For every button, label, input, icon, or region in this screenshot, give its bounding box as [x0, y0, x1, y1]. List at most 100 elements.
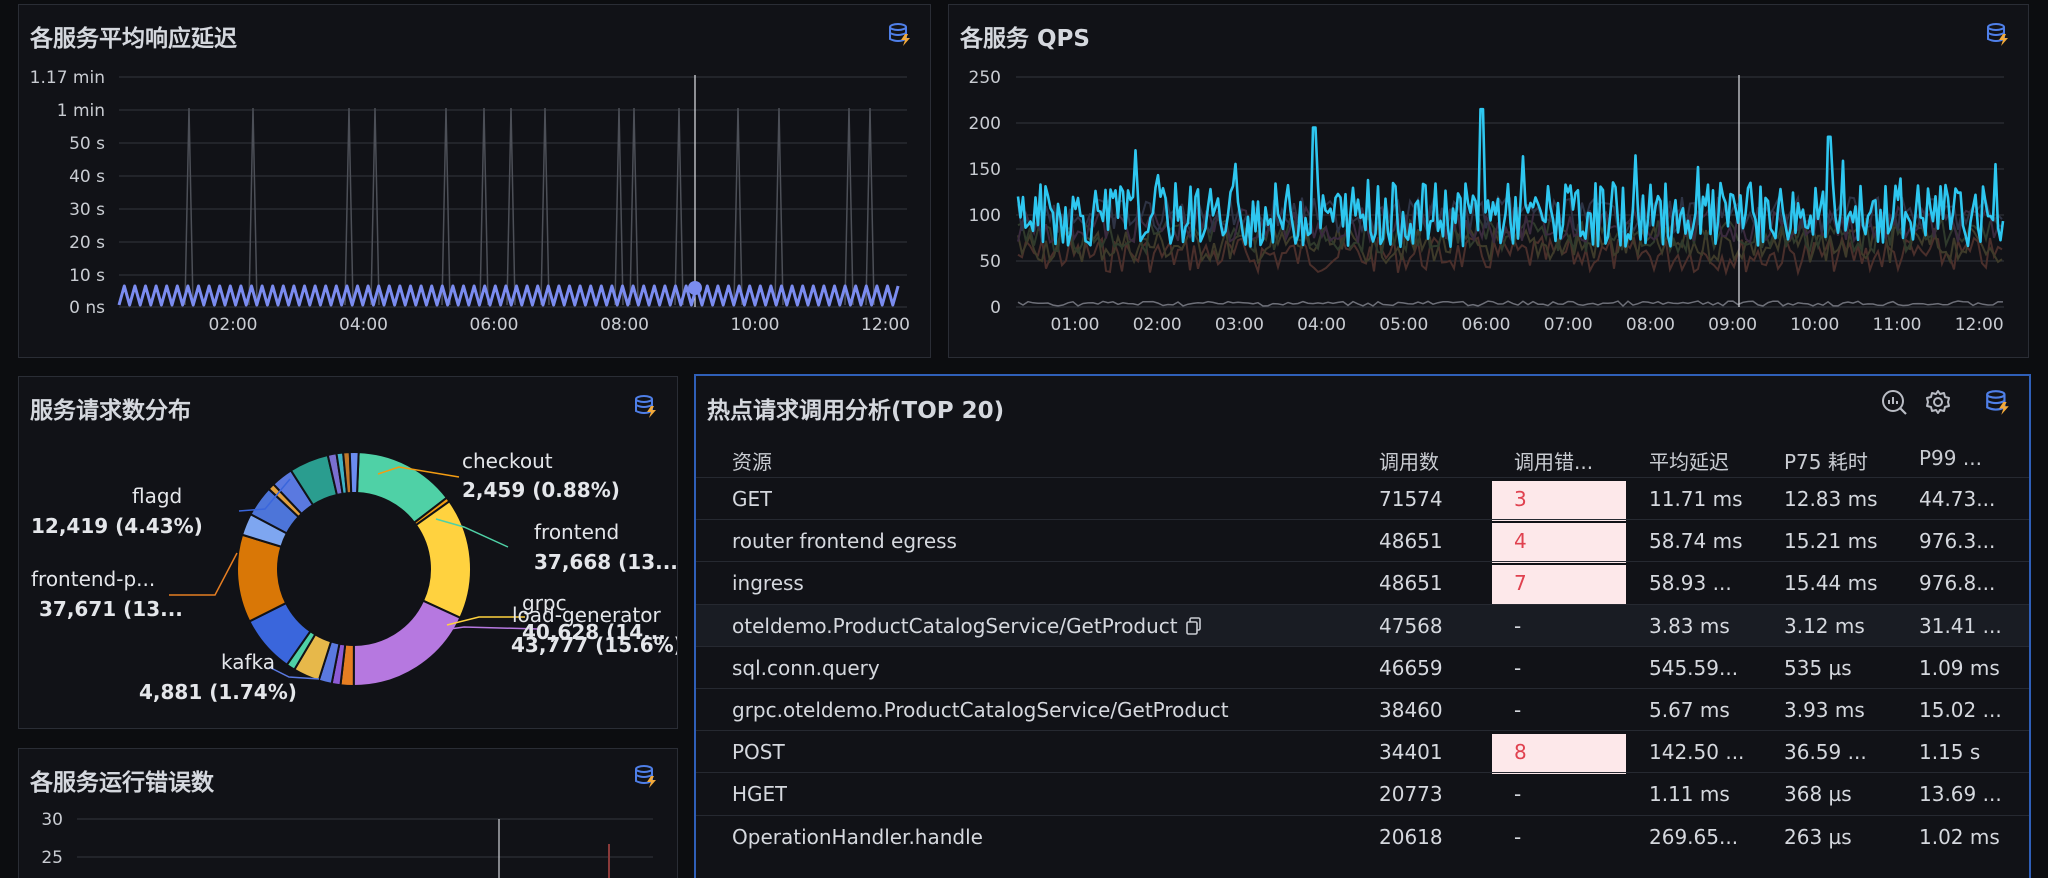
cell-resource[interactable]: router frontend egress: [732, 529, 957, 553]
cell-text: 71574: [1379, 487, 1443, 511]
legend-value: 43,777 (15.6%): [511, 633, 678, 657]
cell-resource[interactable]: grpc.oteldemo.ProductCatalogService/GetP…: [732, 698, 1229, 722]
legend-value: 12,419 (4.43%): [31, 514, 203, 538]
cell-text: 1.02 ms: [1919, 824, 2000, 849]
cell-p75: 15.21 ms: [1784, 529, 1878, 553]
cell-text: HGET: [732, 782, 788, 807]
series-line: [117, 284, 900, 307]
cell-p75: 263 µs: [1784, 825, 1852, 849]
error-count-cell: 7: [1492, 565, 1626, 606]
error-count: 7: [1514, 571, 1527, 596]
cell-text: 3.83 ms: [1649, 613, 1730, 638]
cell-resource[interactable]: sql.conn.query: [732, 656, 880, 680]
cell-text: 58.93 ...: [1649, 571, 1732, 596]
y-tick-label: 1 min: [57, 101, 105, 121]
cell-text: 13.69 ...: [1919, 782, 2002, 807]
cell-text: 1.11 ms: [1649, 782, 1730, 807]
table-row[interactable]: POST 34401 8 142.50 ... 36.59 ... 1.15 s: [696, 730, 2029, 775]
cell-text: 15.21 ms: [1784, 529, 1878, 554]
y-tick-label: 30: [41, 810, 63, 830]
errors-chart[interactable]: 30 25: [19, 749, 678, 878]
y-tick-label: 10 s: [69, 266, 105, 286]
analysis-icon[interactable]: [1880, 388, 1908, 416]
cell-calls: 48651: [1379, 529, 1443, 553]
table-row[interactable]: ingress 48651 7 58.93 ... 15.44 ms 976.8...: [696, 561, 2029, 606]
copy-icon[interactable]: [1185, 616, 1202, 635]
cell-text: 12.83 ms: [1784, 487, 1878, 511]
table-row[interactable]: OperationHandler.handle 20618 - 269.65... 26…: [696, 814, 2029, 857]
cell-resource[interactable]: HGET: [732, 782, 787, 806]
latency-chart[interactable]: 1.17 min 1 min 50 s 40 s 30 s 20 s 10 s 0 ns 02:…: [19, 5, 931, 358]
cell-text: 545.59...: [1649, 655, 1739, 680]
cell-text: -: [1514, 613, 1522, 638]
x-tick-label: 06:00: [1462, 315, 1511, 335]
legend-label: frontend-p...: [31, 567, 156, 591]
column-header[interactable]: 平均延迟: [1649, 446, 1729, 475]
legend-value: 37,668 (13...: [534, 550, 678, 574]
cell-avg: 11.71 ms: [1649, 487, 1743, 511]
donut-slice: [352, 599, 462, 688]
x-tick-label: 02:00: [1133, 315, 1182, 335]
legend-value: 37,671 (13...: [39, 597, 183, 621]
cell-p99: 44.73...: [1919, 487, 1995, 511]
cell-text: -: [1514, 824, 1522, 849]
cell-resource[interactable]: GET: [732, 487, 772, 511]
legend-label: flagd: [132, 484, 183, 508]
error-count: 3: [1514, 487, 1527, 511]
qps-chart[interactable]: 250 200 150 100 50 0 01:00 02:00 03:00 04:00 05:00…: [949, 5, 2029, 358]
cell-calls: 47568: [1379, 614, 1443, 638]
cell-text: 368 µs: [1784, 782, 1852, 807]
column-header[interactable]: P75 耗时: [1784, 446, 1868, 475]
cell-p99: 1.02 ms: [1919, 825, 2000, 849]
latency-panel: 各服务平均响应延迟 1.17 min 1 min 50 s 40 s 30 s 20 s1…: [18, 4, 931, 358]
x-tick-label: 03:00: [1215, 315, 1264, 335]
cell-text: 48651: [1379, 571, 1443, 596]
cell-resource[interactable]: ingress: [732, 571, 804, 595]
error-count: 8: [1514, 740, 1527, 765]
table-row[interactable]: GET 71574 3 11.71 ms 12.83 ms 44.73...: [696, 477, 2029, 521]
cell-text: 48651: [1379, 529, 1443, 554]
cell-resource[interactable]: OperationHandler.handle: [732, 825, 983, 849]
column-header[interactable]: 资源: [732, 446, 772, 475]
cell-text: -: [1514, 698, 1522, 722]
cell-avg: 1.11 ms: [1649, 782, 1730, 806]
cell-text: 15.44 ms: [1784, 571, 1878, 596]
panel-title: 热点请求调用分析(TOP 20): [707, 398, 1005, 424]
cell-p99: 15.02 ...: [1919, 698, 2002, 722]
cell-resource[interactable]: POST: [732, 740, 785, 764]
cell-text: router frontend egress: [732, 529, 957, 554]
legend-value: 4,881 (1.74%): [139, 680, 297, 704]
series-line: [1017, 300, 2004, 308]
table-header: 资源 调用数 调用错... 平均延迟 P75 耗时 P99 ...: [696, 436, 2029, 476]
column-header[interactable]: 调用错...: [1514, 446, 1593, 475]
cell-p75: 15.44 ms: [1784, 571, 1878, 595]
cell-p99: 1.09 ms: [1919, 656, 2000, 680]
x-tick-label: 08:00: [1626, 315, 1675, 335]
x-tick-label: 10:00: [1790, 315, 1839, 335]
table-row[interactable]: oteldemo.ProductCatalogService/GetProduc…: [696, 603, 2029, 646]
cell-text: sql.conn.query: [732, 655, 880, 680]
x-tick-label: 12:00: [1955, 315, 2004, 335]
cell-resource[interactable]: oteldemo.ProductCatalogService/GetProduc…: [732, 614, 1202, 638]
cell-text: 976.8...: [1919, 571, 1996, 596]
error-count-cell: 4: [1492, 523, 1626, 564]
column-header[interactable]: 调用数: [1379, 446, 1439, 475]
column-header[interactable]: P99 ...: [1919, 446, 1982, 470]
qps-panel: 各服务 QPS 250 200 150 100 50 0 01:00 02:00 03:00 04…: [948, 4, 2029, 358]
datasource-icon[interactable]: [1984, 388, 2012, 416]
cell-text: 269.65...: [1649, 824, 1739, 849]
cell-p99: 976.3...: [1919, 529, 1995, 553]
x-tick-label: 05:00: [1379, 315, 1428, 335]
table-row[interactable]: sql.conn.query 46659 - 545.59... 535 µs 1.09 …: [696, 645, 2029, 688]
table-row[interactable]: grpc.oteldemo.ProductCatalogService/GetP…: [696, 688, 2029, 730]
y-tick-label: 0: [990, 298, 1001, 318]
hot-requests-panel: 热点请求调用分析(TOP 20) 资源 调用数 调用错... 平均延迟 P75 …: [694, 374, 2031, 878]
cell-calls: 38460: [1379, 698, 1443, 722]
y-tick-label: 250: [969, 68, 1001, 88]
cell-avg: 545.59...: [1649, 656, 1738, 680]
y-tick-label: 50 s: [69, 134, 105, 154]
table-row[interactable]: HGET 20773 - 1.11 ms 368 µs 13.69 ...: [696, 772, 2029, 814]
cell-p75: 36.59 ...: [1784, 740, 1867, 764]
table-row[interactable]: router frontend egress 48651 4 58.74 ms 15.2…: [696, 519, 2029, 564]
gear-icon[interactable]: [1924, 388, 1952, 416]
